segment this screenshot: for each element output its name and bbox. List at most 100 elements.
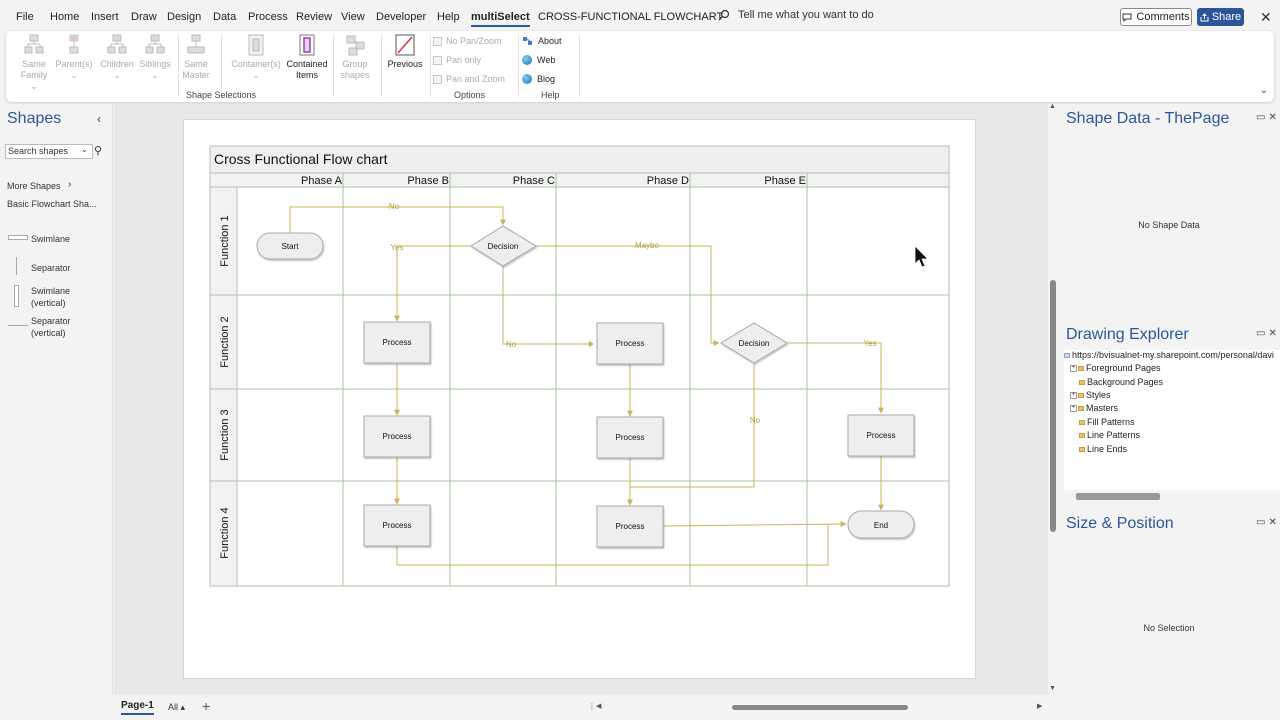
options-group-label: Options [454,90,486,100]
menu-home[interactable]: Home [50,11,79,23]
scroll-left-arrow-icon[interactable]: ◀ [596,702,601,710]
tree-item-line-ends[interactable]: Line Ends [1079,444,1127,454]
vertical-scrollbar-thumb[interactable] [1050,280,1056,532]
scroll-right-arrow-icon[interactable]: ▶ [1037,702,1042,710]
help-group-label: Help [541,90,560,100]
children-button[interactable]: Children ⌄ [96,33,138,81]
chevron-down-icon[interactable]: ⌄ [81,145,88,154]
menu-data[interactable]: Data [213,11,236,23]
horizontal-scrollbar-thumb[interactable] [732,705,908,710]
drawing-explorer-tree[interactable]: https://bvisualnet-my.sharepoint.com/per… [1064,350,1280,490]
drawing-explorer-scrollbar-thumb[interactable] [1076,493,1160,500]
add-page-icon[interactable]: + [202,698,210,714]
page-tabs-bar: Page-1 All ▴ + ⋮ ◀ ▶ [0,694,1058,720]
contained-items-label-2: Items [295,70,318,80]
page-sheet[interactable] [183,119,976,679]
scroll-up-arrow-icon[interactable]: ▲ [1049,103,1056,110]
share-button[interactable]: Share [1197,8,1244,26]
tree-item-document[interactable]: https://bvisualnet-my.sharepoint.com/per… [1064,350,1274,360]
shapes-pane: Shapes ‹ Search shapes ⌄ ⚲ More Shapes ›… [0,104,113,694]
comments-button[interactable]: Comments [1120,8,1192,26]
menu-developer[interactable]: Developer [376,11,426,23]
blog-link[interactable]: Blog [522,74,555,84]
same-master-button[interactable]: Same Master [178,33,214,81]
shape-data-pane-title: Shape Data - ThePage [1066,110,1230,127]
group-icon [346,35,365,56]
tree-item-background-pages[interactable]: Background Pages [1079,377,1163,387]
stencil-item-separator-vertical[interactable]: Separator (vertical) [31,315,71,339]
search-shapes-input[interactable]: Search shapes [5,144,93,159]
tab-page-1[interactable]: Page-1 [121,700,154,715]
pane-window-controls[interactable]: ▭✕ [1256,112,1280,123]
menu-help[interactable]: Help [437,11,460,23]
separator-glyph-icon [16,257,17,275]
menu-review[interactable]: Review [296,11,332,23]
previous-button[interactable]: Previous [383,33,427,70]
tab-all-pages[interactable]: All ▴ [168,702,185,713]
close-icon[interactable]: ✕ [1260,9,1272,26]
size-position-empty-text: No Selection [1143,623,1195,633]
no-pan-zoom-label: No Pan/Zoom [446,36,502,46]
tree-item-styles[interactable]: + Styles [1070,390,1111,400]
web-link[interactable]: Web [522,55,555,65]
pane-window-controls[interactable]: ▭✕ [1256,517,1280,528]
menu-file[interactable]: File [16,11,34,23]
tree-item-masters[interactable]: + Masters [1070,403,1118,413]
tree-item-label: https://bvisualnet-my.sharepoint.com/per… [1072,350,1274,360]
chevron-left-icon[interactable]: ‹ [97,112,101,126]
contained-items-icon [299,34,315,56]
shape-selections-group-label: Shape Selections [186,90,257,100]
menu-insert[interactable]: Insert [91,11,119,23]
containers-button[interactable]: Container(s) ⌄ [227,33,285,81]
menu-design[interactable]: Design [167,11,201,23]
pan-only-label: Pan only [446,55,482,65]
about-link[interactable]: About [522,36,562,46]
menu-bar: File Home Insert Draw Design Data Proces… [0,0,1280,34]
tree-item-label: Masters [1086,403,1119,413]
group-shapes-button[interactable]: Group shapes [333,33,377,81]
tree-item-fill-patterns[interactable]: Fill Patterns [1079,417,1135,427]
group-shapes-label-2: shapes [340,70,370,80]
folder-icon [1079,419,1085,425]
menu-draw[interactable]: Draw [131,11,157,23]
pane-window-controls[interactable]: ▭✕ [1256,328,1280,339]
siblings-label: Siblings [139,59,171,69]
ribbon-collapse-icon[interactable]: ⌄ [1260,85,1268,96]
children-icon [107,34,127,54]
pan-only-checkbox[interactable]: Pan only [433,55,481,65]
lightbulb-search-icon [718,9,730,21]
tree-item-label: Fill Patterns [1087,417,1135,427]
chevron-right-icon[interactable]: › [68,179,71,190]
tree-item-line-patterns[interactable]: Line Patterns [1079,430,1140,440]
previous-label: Previous [387,59,423,69]
tree-item-foreground-pages[interactable]: + Foreground Pages [1070,363,1161,373]
siblings-button[interactable]: Siblings ⌄ [134,33,176,81]
scroll-down-arrow-icon[interactable]: ▼ [1049,685,1056,692]
ribbon-separator [381,35,382,97]
contained-items-button[interactable]: Contained Items [282,33,332,81]
tree-item-label: Line Patterns [1087,430,1141,440]
stencil-item-separator[interactable]: Separator [31,262,71,274]
tell-me-search[interactable]: Tell me what you want to do [718,9,874,21]
same-family-label-1: Same [22,59,46,69]
menu-multiselect[interactable]: multiSelect [471,11,530,27]
stencil-title[interactable]: Basic Flowchart Sha... [7,199,97,209]
tree-item-label: Background Pages [1087,377,1164,387]
stencil-item-swimlane-vertical[interactable]: Swimlane (vertical) [31,285,70,309]
visio-window: File Home Insert Draw Design Data Proces… [0,0,1280,720]
more-shapes-button[interactable]: More Shapes [7,181,61,191]
tree-item-label: Foreground Pages [1086,363,1161,373]
stencil-item-swimlane[interactable]: Swimlane [31,233,70,245]
search-icon[interactable]: ⚲ [94,144,102,157]
menu-view[interactable]: View [341,11,365,23]
tab-all-label: All [168,702,179,712]
caret-up-icon: ▴ [180,702,186,712]
pan-and-zoom-checkbox[interactable]: Pan and Zoom [433,74,505,84]
web-label: Web [537,55,556,65]
vertical-scrollbar[interactable] [1048,104,1058,694]
same-family-button[interactable]: Same Family ⌄ [17,33,51,92]
menu-process[interactable]: Process [248,11,288,23]
no-pan-zoom-checkbox[interactable]: No Pan/Zoom [433,36,502,46]
swimlane-glyph-icon [8,235,28,240]
parents-button[interactable]: Parent(s) ⌄ [54,33,94,81]
